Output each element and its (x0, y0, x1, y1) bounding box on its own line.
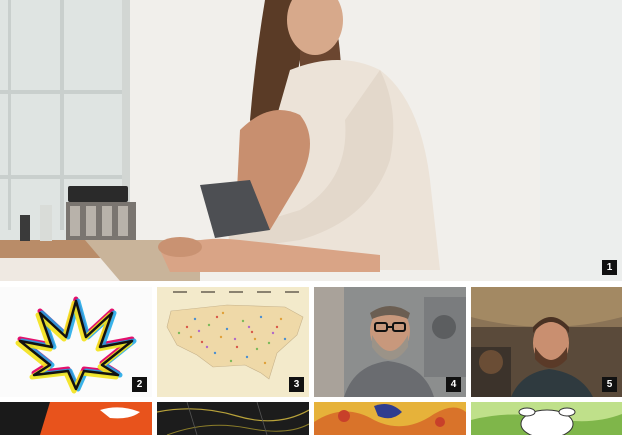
video-still (314, 287, 466, 397)
hero-photo (0, 0, 622, 281)
gallery-hero-image[interactable]: 1 (0, 0, 622, 281)
map-graphic (157, 287, 309, 397)
gallery-thumbnail-cartoon-sheep[interactable] (471, 402, 622, 435)
hero-index-badge: 1 (602, 260, 617, 275)
thumbnail-index-badge: 3 (289, 377, 304, 392)
swirl-graphic (314, 402, 466, 435)
thumbnail-index-badge: 5 (602, 377, 617, 392)
gallery-thumbnail-orange-abstract[interactable] (0, 402, 152, 435)
gallery-thumbnail-swirl-art[interactable] (314, 402, 466, 435)
thumbnail-index-badge: 2 (132, 377, 147, 392)
video-still (471, 287, 622, 397)
thumbnail-index-badge: 4 (446, 377, 461, 392)
abstract-graphic (0, 402, 152, 435)
gallery-thumbnail-dark-map[interactable] (157, 402, 309, 435)
gallery-thumbnail-leaf[interactable]: 2 (0, 287, 152, 397)
leaf-graphic (15, 296, 137, 394)
gallery-thumbnail-video-man-glasses[interactable]: 4 (314, 287, 466, 397)
gallery-thumbnail-video-man-beard[interactable]: 5 (471, 287, 622, 397)
dark-map-graphic (157, 402, 309, 435)
sheep-graphic (471, 402, 622, 435)
gallery-thumbnail-map[interactable]: 3 (157, 287, 309, 397)
